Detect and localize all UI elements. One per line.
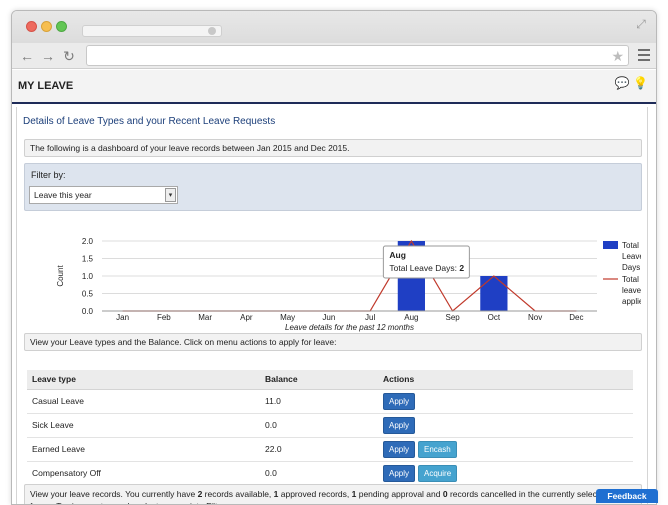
apply-button[interactable]: Apply [383, 416, 416, 434]
actions-cell: Apply Encash [378, 437, 633, 462]
y-axis-label: Count [56, 265, 65, 287]
x-tick-label: Jan [116, 313, 129, 322]
apply-button[interactable]: Apply [383, 440, 416, 458]
y-tick-label: 1.0 [82, 272, 94, 281]
x-tick-label: Sep [446, 313, 461, 322]
actions-cell: Apply [378, 413, 633, 438]
y-tick-label: 0.0 [82, 307, 94, 316]
leave-type-cell: Casual Leave [27, 389, 260, 414]
filter-label: Filter by: [31, 170, 66, 180]
y-tick-label: 2.0 [82, 237, 94, 246]
x-tick-label: Nov [528, 313, 542, 322]
back-button[interactable]: ← [18, 47, 36, 65]
filter-selected-value: Leave this year [34, 190, 92, 200]
y-tick-label: 1.5 [82, 255, 94, 264]
chevron-down-icon[interactable]: ▾ [165, 188, 176, 202]
legend-bar-label: Days [622, 263, 640, 272]
legend-bar-label: Total [622, 241, 639, 250]
apply-button[interactable]: Apply [383, 464, 416, 482]
filter-select[interactable]: Leave this year ▾ [29, 186, 178, 204]
x-tick-label: Mar [198, 313, 212, 322]
leave-dashboard: Details of Leave Types and your Recent L… [16, 107, 648, 504]
minimize-window-button[interactable] [41, 21, 52, 32]
legend-line-label: applied [622, 297, 641, 306]
balance-info: View your Leave types and the Balance. C… [24, 333, 642, 351]
x-tick-label: Oct [488, 313, 501, 322]
acquire-button[interactable]: Acquire [418, 464, 458, 482]
records-info: View your leave records. You currently h… [24, 484, 642, 504]
actions-cell: Apply Acquire [378, 461, 633, 486]
legend-bar-label: Leave [622, 252, 641, 261]
actions-cell: Apply [378, 389, 633, 414]
table-row: Earned Leave 22.0 Apply Encash [27, 437, 633, 462]
bookmark-star-icon[interactable]: ★ [611, 47, 624, 65]
x-axis-label: Leave details for the past 12 months [285, 323, 414, 332]
tab-close-icon[interactable] [208, 27, 216, 35]
address-bar[interactable]: ★ [86, 45, 629, 66]
table-row: Compensatory Off 0.0 Apply Acquire [27, 461, 633, 486]
leave-type-cell: Compensatory Off [27, 461, 260, 486]
reload-button[interactable]: ↻ [60, 47, 78, 65]
balance-cell: 22.0 [260, 437, 378, 462]
leave-type-cell: Sick Leave [27, 413, 260, 438]
y-tick-label: 0.5 [82, 290, 94, 299]
browser-tab[interactable] [82, 25, 222, 37]
maximize-window-button[interactable] [56, 21, 67, 32]
leave-type-cell: Earned Leave [27, 437, 260, 462]
legend-line-label: leave [622, 286, 641, 295]
apply-button[interactable]: Apply [383, 392, 416, 410]
dashboard-info: The following is a dashboard of your lea… [24, 139, 642, 157]
table-row: Casual Leave 11.0 Apply [27, 389, 633, 414]
balance-cell: 0.0 [260, 461, 378, 486]
browser-window: ⤢ ← → ↻ ★ MY LEAVE 💬 💡 Details of Leave … [11, 10, 657, 505]
header-actions: Actions [378, 370, 633, 390]
x-tick-label: Feb [157, 313, 171, 322]
title-bar: ⤢ [12, 11, 656, 43]
x-tick-label: Jun [322, 313, 335, 322]
x-tick-label: Apr [240, 313, 253, 322]
close-window-button[interactable] [26, 21, 37, 32]
section-title: Details of Leave Types and your Recent L… [23, 116, 276, 127]
header-balance: Balance [260, 370, 378, 390]
feedback-button[interactable]: Feedback [596, 489, 658, 503]
page-title: MY LEAVE [18, 80, 74, 92]
help-icons[interactable]: 💬 💡 [615, 76, 648, 90]
browser-menu-icon[interactable] [638, 49, 650, 61]
legend-line-label: Total [622, 275, 639, 284]
browser-toolbar: ← → ↻ ★ [12, 43, 656, 69]
header-leave-type: Leave type [27, 370, 260, 390]
x-tick-label: May [280, 313, 295, 322]
x-tick-label: Aug [404, 313, 418, 322]
page-header: MY LEAVE 💬 💡 [12, 70, 656, 104]
chart-bar [480, 276, 508, 311]
table-header-row: Leave type Balance Actions [27, 370, 633, 390]
encash-button[interactable]: Encash [418, 440, 457, 458]
leave-chart: 0.0 0.5 1.0 1.5 2.0 Count Jan Feb Mar Apr May Jun Ju… [56, 237, 641, 332]
leave-balance-table: Leave type Balance Actions Casual Leave … [27, 370, 633, 486]
forward-button[interactable]: → [39, 47, 57, 65]
legend-bar-swatch [603, 241, 618, 249]
filter-panel: Filter by: Leave this year ▾ [24, 163, 642, 211]
tooltip-label: Total Leave Days: 2 [389, 263, 464, 273]
balance-cell: 11.0 [260, 389, 378, 414]
fullscreen-icon[interactable]: ⤢ [634, 17, 648, 31]
table-row: Sick Leave 0.0 Apply [27, 413, 633, 438]
x-tick-label: Jul [365, 313, 375, 322]
x-tick-label: Dec [569, 313, 583, 322]
tooltip-title: Aug [389, 250, 406, 260]
balance-cell: 0.0 [260, 413, 378, 438]
